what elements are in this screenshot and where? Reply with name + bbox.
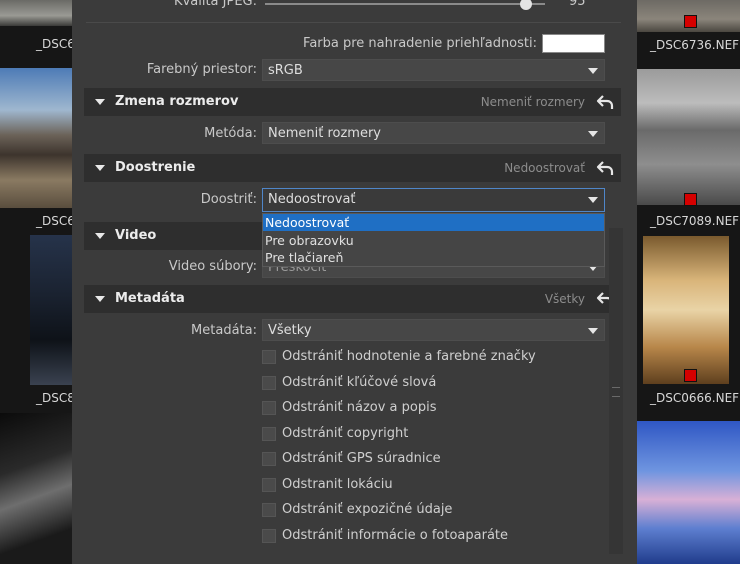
- chevron-down-icon: [588, 68, 598, 74]
- sharpen-value: Nedoostrovať: [268, 192, 356, 207]
- section-resize-header[interactable]: Zmena rozmerov Nemeniť rozmery: [84, 88, 621, 116]
- thumbnail-right-3[interactable]: [643, 236, 729, 384]
- transparency-color-swatch[interactable]: [542, 34, 605, 53]
- resize-method-label: Metóda:: [204, 126, 257, 141]
- color-label-red-icon: [684, 193, 697, 206]
- collapse-triangle-icon[interactable]: [95, 99, 105, 105]
- chevron-down-icon: [588, 131, 598, 137]
- checkbox-remove-keywords[interactable]: [262, 376, 276, 390]
- collapse-triangle-icon[interactable]: [95, 165, 105, 171]
- thumbnail-left-2[interactable]: [0, 68, 72, 208]
- checkbox-remove-title[interactable]: [262, 401, 276, 415]
- scrollbar-grip-icon[interactable]: [612, 387, 620, 397]
- checkbox-label: Odstranit lokáciu: [282, 477, 393, 492]
- color-space-select[interactable]: sRGB: [262, 59, 605, 81]
- divider: [86, 22, 621, 23]
- thumbnail-caption: _DSC7089.NEF: [650, 214, 740, 228]
- metadata-value: Všetky: [268, 323, 312, 338]
- checkbox-label: Odstrániť kľúčové slová: [282, 375, 437, 390]
- chevron-down-icon: [588, 197, 598, 203]
- thumbnail-caption: _DSC6: [36, 37, 75, 51]
- checkbox-label: Odstrániť GPS súradnice: [282, 451, 441, 466]
- thumbnail-right-4[interactable]: [637, 421, 740, 564]
- thumbnail-caption: _DSC6736.NEF: [650, 38, 740, 52]
- thumbnail-left-3[interactable]: [30, 235, 72, 385]
- checkbox-label: Odstrániť hodnotenie a farebné značky: [282, 349, 536, 364]
- metadata-label: Metadáta:: [191, 323, 257, 338]
- jpeg-quality-value: 95: [569, 0, 586, 9]
- thumbnail-right-2[interactable]: [637, 69, 740, 205]
- checkbox-remove-copyright[interactable]: [262, 427, 276, 441]
- checkbox-label: Odstrániť názov a popis: [282, 400, 437, 415]
- resize-method-select[interactable]: Nemeniť rozmery: [262, 122, 605, 144]
- thumbnail-left-1[interactable]: [0, 0, 72, 26]
- section-sharpen-header[interactable]: Doostrenie Nedoostrovať: [84, 154, 621, 182]
- dropdown-option-no-sharpen[interactable]: Nedoostrovať: [263, 214, 604, 231]
- jpeg-quality-slider[interactable]: [265, 3, 545, 5]
- thumbnail-caption: _DSC8: [36, 391, 75, 405]
- section-metadata-status: Všetky: [544, 292, 585, 306]
- video-files-label: Video súbory:: [168, 259, 257, 274]
- transparency-color-label: Farba pre nahradenie priehľadnosti:: [303, 36, 537, 51]
- checkbox-label: Odstrániť informácie o fotoaparáte: [282, 528, 509, 543]
- section-metadata-title: Metadáta: [115, 291, 185, 306]
- color-label-red-icon: [684, 15, 697, 28]
- checkbox-remove-exposure[interactable]: [262, 503, 276, 517]
- collapse-triangle-icon[interactable]: [95, 296, 105, 302]
- export-settings-panel: Kvalita JPEG: 95 Farba pre nahradenie pr…: [72, 0, 637, 564]
- jpeg-quality-slider-handle[interactable]: [520, 0, 532, 10]
- checkbox-label: Odstrániť copyright: [282, 426, 409, 441]
- sharpen-dropdown-list[interactable]: Nedoostrovať Pre obrazovku Pre tlačiareň: [262, 213, 605, 267]
- color-label-red-icon: [684, 369, 697, 382]
- thumbnail-caption: _DSC0666.NEF: [650, 391, 740, 405]
- jpeg-quality-label: Kvalita JPEG:: [174, 0, 257, 9]
- checkbox-remove-location[interactable]: [262, 478, 276, 492]
- collapse-triangle-icon[interactable]: [95, 233, 105, 239]
- dropdown-option-for-printer[interactable]: Pre tlačiareň: [263, 249, 604, 266]
- metadata-select[interactable]: Všetky: [262, 319, 605, 341]
- undo-icon[interactable]: [595, 92, 615, 112]
- section-resize-title: Zmena rozmerov: [115, 94, 239, 109]
- checkbox-remove-camera-info[interactable]: [262, 529, 276, 543]
- checkbox-remove-gps[interactable]: [262, 452, 276, 466]
- section-sharpen-title: Doostrenie: [115, 160, 196, 175]
- thumbnail-left-4[interactable]: [0, 413, 72, 564]
- chevron-down-icon: [588, 328, 598, 334]
- checkbox-label: Odstrániť expozičné údaje: [282, 502, 453, 517]
- undo-icon[interactable]: [595, 158, 615, 178]
- thumbnail-caption: _DSC6: [36, 214, 75, 228]
- resize-method-value: Nemeniť rozmery: [268, 126, 382, 141]
- section-resize-status: Nemeniť rozmery: [480, 95, 585, 109]
- section-sharpen-status: Nedoostrovať: [504, 161, 585, 175]
- color-space-value: sRGB: [268, 63, 303, 78]
- sharpen-label: Doostriť:: [200, 192, 257, 207]
- dropdown-option-for-screen[interactable]: Pre obrazovku: [263, 232, 604, 249]
- section-metadata-header[interactable]: Metadáta Všetky: [84, 285, 621, 313]
- sharpen-select[interactable]: Nedoostrovať: [262, 188, 605, 212]
- section-video-title: Video: [115, 228, 157, 243]
- color-space-label: Farebný priestor:: [146, 62, 257, 77]
- checkbox-remove-rating[interactable]: [262, 350, 276, 364]
